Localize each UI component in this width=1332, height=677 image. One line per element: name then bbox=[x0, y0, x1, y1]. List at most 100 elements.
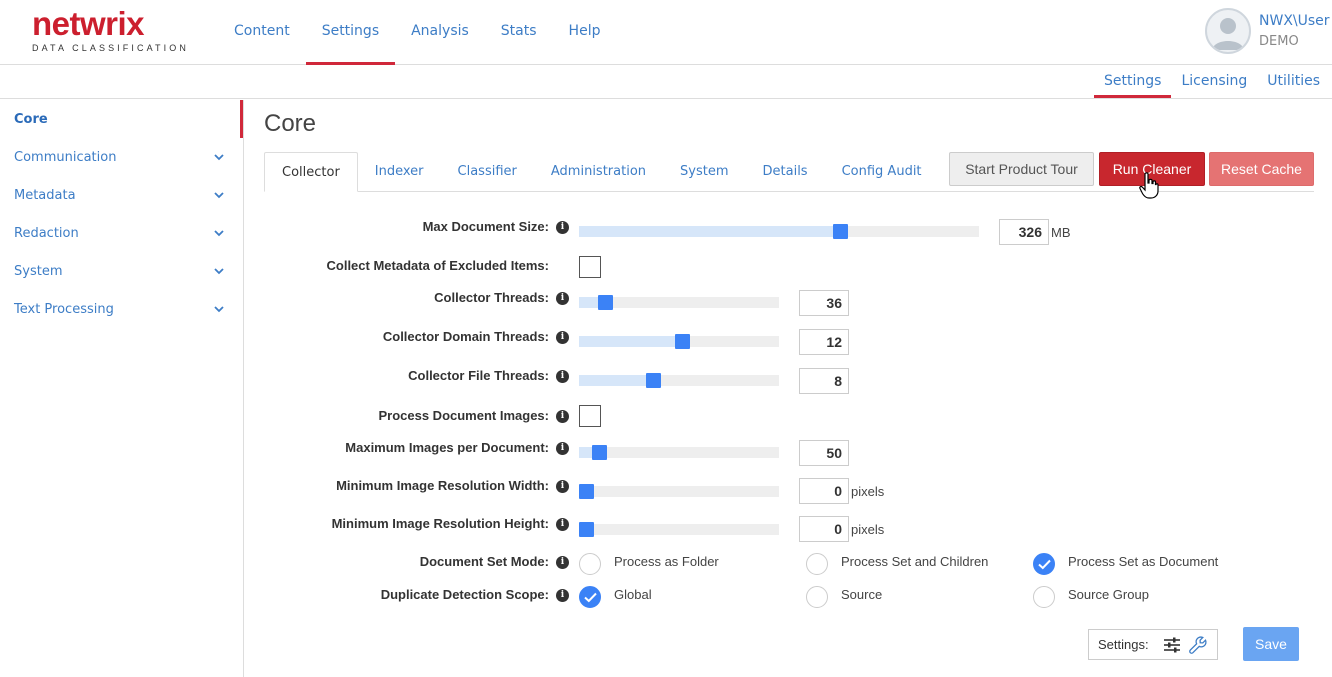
sidebar-item-label: Core bbox=[14, 112, 48, 127]
info-icon[interactable]: i bbox=[556, 442, 569, 455]
min-image-resolution-height-input[interactable]: 0 bbox=[799, 516, 849, 542]
radio-label-process-as-folder: Process as Folder bbox=[614, 554, 719, 569]
info-icon[interactable]: i bbox=[556, 370, 569, 383]
chevron-down-icon bbox=[214, 253, 224, 291]
min-image-resolution-height-slider[interactable] bbox=[579, 522, 779, 537]
max-images-per-document-input[interactable]: 50 bbox=[799, 440, 849, 466]
slider-thumb[interactable] bbox=[833, 224, 848, 239]
user-avatar-icon bbox=[1212, 18, 1244, 50]
slider-thumb[interactable] bbox=[646, 373, 661, 388]
radio-source[interactable] bbox=[806, 586, 828, 608]
slider-thumb[interactable] bbox=[579, 484, 594, 499]
max-document-size-slider[interactable] bbox=[579, 224, 979, 239]
slider-thumb[interactable] bbox=[592, 445, 607, 460]
netwrix-logo[interactable]: netwrix DATA CLASSIFICATION bbox=[32, 5, 189, 53]
radio-global[interactable] bbox=[579, 586, 601, 608]
sliders-icon[interactable] bbox=[1163, 637, 1181, 653]
user-name[interactable]: NWX\User bbox=[1259, 13, 1330, 29]
sidebar: Core Communication Metadata Redaction Sy… bbox=[0, 100, 244, 677]
subnav-settings[interactable]: Settings bbox=[1094, 66, 1172, 98]
min-image-resolution-width-slider[interactable] bbox=[579, 484, 779, 499]
topnav-settings[interactable]: Settings bbox=[305, 0, 396, 65]
max-document-size-input[interactable]: 326 bbox=[999, 219, 1049, 245]
sidebar-active-indicator bbox=[240, 100, 243, 138]
info-icon[interactable]: i bbox=[556, 589, 569, 602]
collector-domain-threads-slider[interactable] bbox=[579, 334, 779, 349]
info-icon[interactable]: i bbox=[556, 292, 569, 305]
topnav-analysis[interactable]: Analysis bbox=[395, 0, 485, 65]
tab-config-audit[interactable]: Config Audit bbox=[825, 152, 939, 192]
collector-threads-input[interactable]: 36 bbox=[799, 290, 849, 316]
tab-indexer[interactable]: Indexer bbox=[358, 152, 441, 192]
page-title: Core bbox=[264, 110, 317, 137]
document-set-mode-label: Document Set Mode: bbox=[419, 554, 549, 569]
tab-system[interactable]: System bbox=[663, 152, 745, 192]
tab-details[interactable]: Details bbox=[746, 152, 825, 192]
radio-source-group[interactable] bbox=[1033, 586, 1055, 608]
info-icon[interactable]: i bbox=[556, 410, 569, 423]
sidebar-item-label: System bbox=[14, 264, 63, 279]
duplicate-detection-scope-label: Duplicate Detection Scope: bbox=[380, 587, 549, 602]
tab-collector[interactable]: Collector bbox=[264, 152, 358, 192]
collector-threads-label: Collector Threads: bbox=[434, 290, 549, 305]
reset-cache-button[interactable]: Reset Cache bbox=[1209, 152, 1314, 186]
avatar[interactable] bbox=[1205, 8, 1251, 54]
tab-bar: Collector Indexer Classifier Administrat… bbox=[264, 152, 939, 192]
sub-nav: Settings Licensing Utilities bbox=[0, 66, 1332, 99]
sidebar-item-core[interactable]: Core bbox=[14, 101, 226, 139]
info-icon[interactable]: i bbox=[556, 518, 569, 531]
chevron-down-icon bbox=[214, 177, 224, 215]
collector-threads-slider[interactable] bbox=[579, 295, 779, 310]
tab-classifier[interactable]: Classifier bbox=[441, 152, 534, 192]
wrench-icon[interactable] bbox=[1189, 636, 1207, 654]
radio-label-global: Global bbox=[614, 587, 652, 602]
radio-process-as-folder[interactable] bbox=[579, 553, 601, 575]
topnav-content[interactable]: Content bbox=[218, 0, 306, 65]
collect-metadata-excluded-checkbox[interactable] bbox=[579, 256, 601, 278]
collector-file-threads-slider[interactable] bbox=[579, 373, 779, 388]
hand-cursor-icon bbox=[1139, 172, 1159, 199]
radio-label-process-set-as-document: Process Set as Document bbox=[1068, 554, 1219, 569]
max-images-per-document-label: Maximum Images per Document: bbox=[345, 440, 549, 455]
sidebar-item-label: Communication bbox=[14, 150, 117, 165]
min-image-resolution-width-input[interactable]: 0 bbox=[799, 478, 849, 504]
collector-domain-threads-input[interactable]: 12 bbox=[799, 329, 849, 355]
radio-process-set-and-children[interactable] bbox=[806, 553, 828, 575]
app-header: netwrix DATA CLASSIFICATION Content Sett… bbox=[0, 0, 1332, 65]
collector-file-threads-input[interactable]: 8 bbox=[799, 368, 849, 394]
sidebar-item-text-processing[interactable]: Text Processing bbox=[14, 291, 226, 329]
user-org: DEMO bbox=[1259, 34, 1299, 49]
sidebar-item-communication[interactable]: Communication bbox=[14, 139, 226, 177]
radio-label-source-group: Source Group bbox=[1068, 587, 1149, 602]
info-icon[interactable]: i bbox=[556, 331, 569, 344]
max-images-per-document-slider[interactable] bbox=[579, 445, 779, 460]
sidebar-item-system[interactable]: System bbox=[14, 253, 226, 291]
sidebar-item-metadata[interactable]: Metadata bbox=[14, 177, 226, 215]
radio-process-set-as-document[interactable] bbox=[1033, 553, 1055, 575]
sidebar-item-redaction[interactable]: Redaction bbox=[14, 215, 226, 253]
sidebar-item-label: Text Processing bbox=[14, 302, 114, 317]
info-icon[interactable]: i bbox=[556, 480, 569, 493]
subnav-utilities[interactable]: Utilities bbox=[1257, 66, 1330, 98]
max-document-size-label: Max Document Size: bbox=[422, 219, 549, 234]
topnav-help[interactable]: Help bbox=[553, 0, 617, 65]
subnav-licensing[interactable]: Licensing bbox=[1171, 66, 1257, 98]
info-icon[interactable]: i bbox=[556, 221, 569, 234]
slider-thumb[interactable] bbox=[579, 522, 594, 537]
min-image-resolution-height-unit: pixels bbox=[851, 522, 885, 537]
radio-label-source: Source bbox=[841, 587, 883, 602]
info-icon[interactable]: i bbox=[556, 556, 569, 569]
chevron-down-icon bbox=[214, 291, 224, 329]
logo-subtitle: DATA CLASSIFICATION bbox=[32, 43, 189, 53]
collect-metadata-excluded-label: Collect Metadata of Excluded Items: bbox=[326, 258, 550, 273]
slider-fill bbox=[579, 375, 654, 386]
logo-wordmark: netwrix bbox=[32, 5, 145, 42]
slider-thumb[interactable] bbox=[598, 295, 613, 310]
start-product-tour-button[interactable]: Start Product Tour bbox=[949, 152, 1094, 186]
slider-thumb[interactable] bbox=[675, 334, 690, 349]
tab-administration[interactable]: Administration bbox=[534, 152, 663, 192]
save-button[interactable]: Save bbox=[1243, 627, 1299, 661]
topnav-stats[interactable]: Stats bbox=[485, 0, 553, 65]
process-document-images-checkbox[interactable] bbox=[579, 405, 601, 427]
slider-fill bbox=[579, 226, 841, 237]
